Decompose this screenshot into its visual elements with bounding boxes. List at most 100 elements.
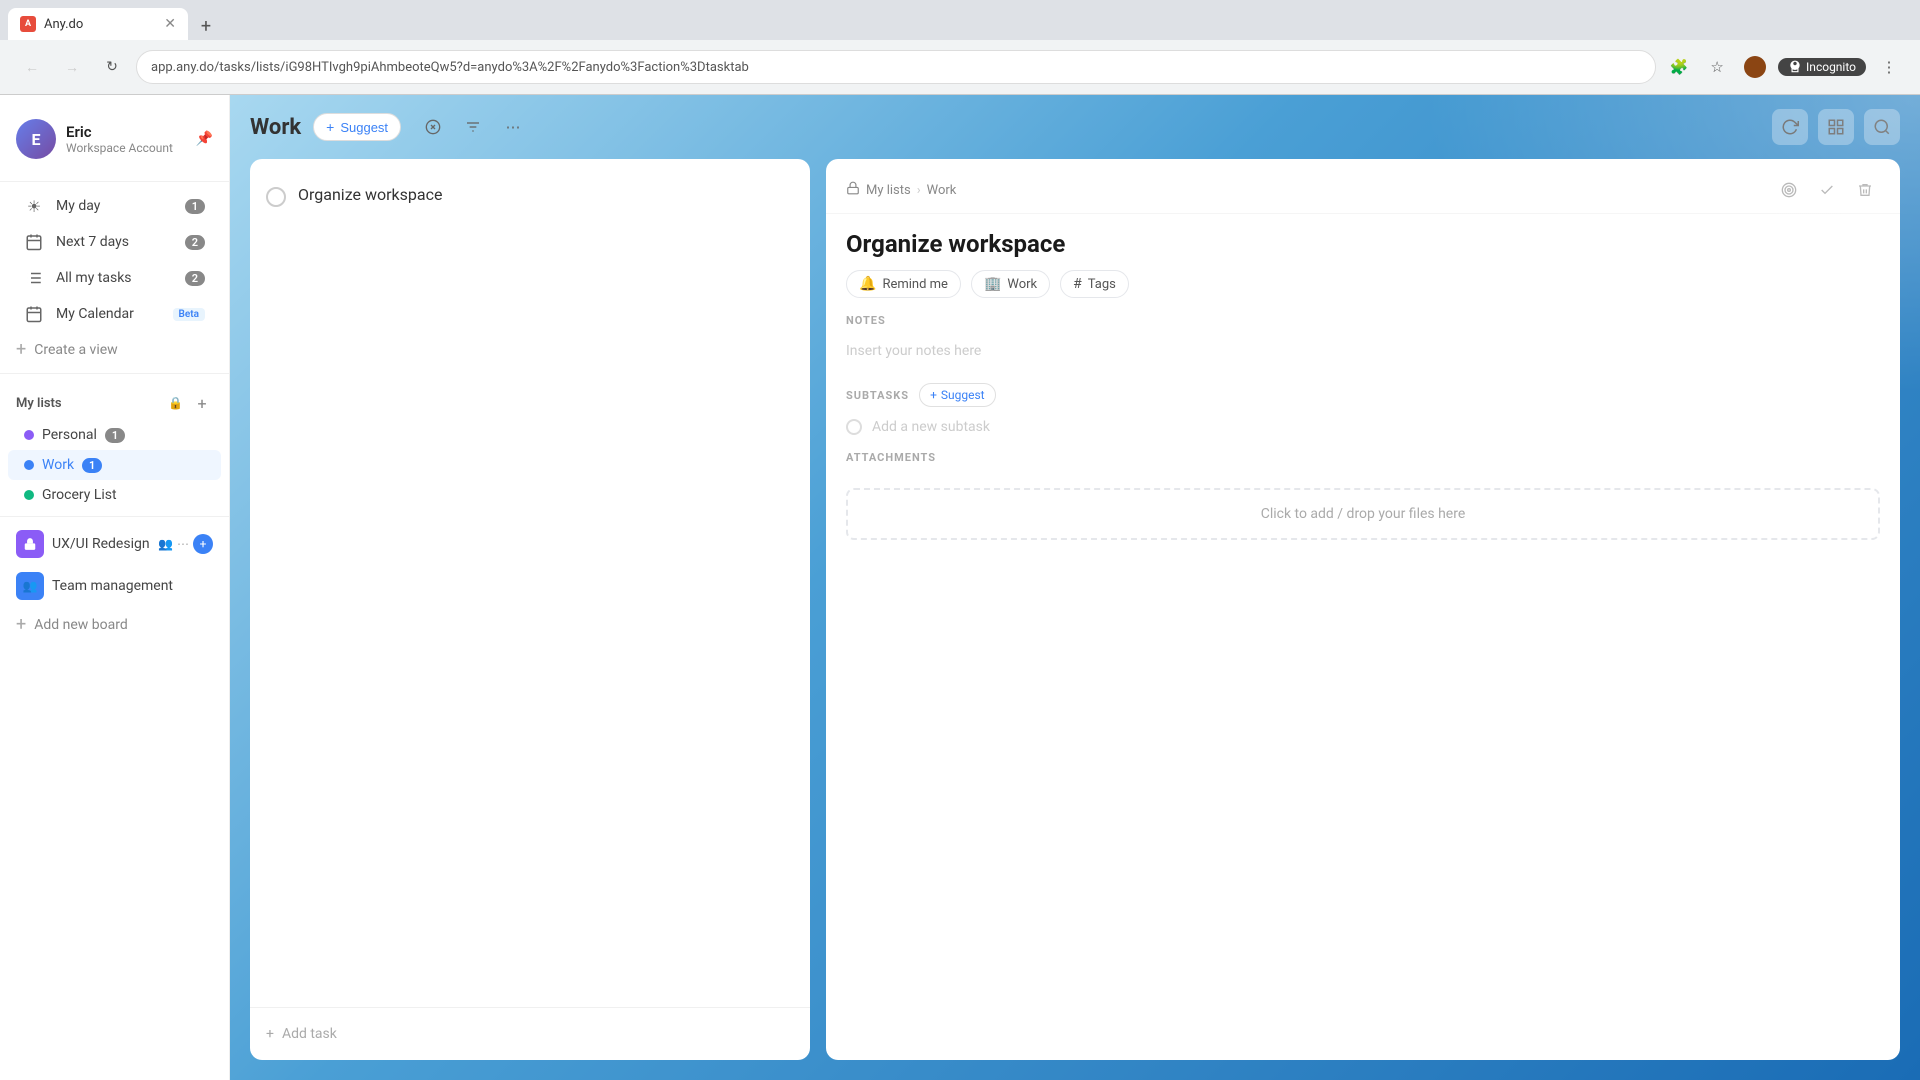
header-right-actions <box>1772 109 1900 145</box>
sidebar-item-team-management[interactable]: 👥 Team management <box>0 565 229 607</box>
my-day-icon: ☀ <box>24 196 44 216</box>
personal-badge: 1 <box>105 428 125 443</box>
building-icon: 🏢 <box>984 276 1001 292</box>
subtask-placeholder: Add a new subtask <box>872 419 990 435</box>
target-icon[interactable] <box>1774 175 1804 205</box>
next-7-days-icon <box>24 232 44 252</box>
sidebar-item-ux-ui[interactable]: UX/UI Redesign 👥 ⋯ + <box>0 523 229 565</box>
detail-header: My lists › Work <box>826 159 1900 214</box>
breadcrumb-lists[interactable]: My lists <box>866 183 911 198</box>
work-tag[interactable]: 🏢 Work <box>971 270 1050 298</box>
attachments-drop-zone[interactable]: Click to add / drop your files here <box>846 488 1880 540</box>
trash-icon[interactable] <box>1850 175 1880 205</box>
suggest-button[interactable]: + Suggest <box>313 113 401 141</box>
active-tab[interactable]: A Any.do ✕ <box>8 8 188 40</box>
subtask-suggest-button[interactable]: + Suggest <box>919 383 996 407</box>
back-button: ← <box>16 51 48 83</box>
new-tab-button[interactable]: + <box>192 12 220 40</box>
remind-me-tag[interactable]: 🔔 Remind me <box>846 270 961 298</box>
sort-button[interactable] <box>457 111 489 143</box>
user-subtitle: Workspace Account <box>66 141 186 155</box>
reload-button[interactable]: ↻ <box>96 51 128 83</box>
all-tasks-icon <box>24 268 44 288</box>
incognito-badge: Incognito <box>1778 58 1866 76</box>
sidebar-item-label: My day <box>56 198 173 214</box>
remind-me-label: Remind me <box>882 277 948 292</box>
people-icon: 👥 <box>158 537 173 551</box>
close-tab-icon[interactable]: ✕ <box>164 16 176 32</box>
add-subtask-row[interactable]: Add a new subtask <box>846 419 1880 435</box>
address-bar[interactable]: app.any.do/tasks/lists/iG98HTIvgh9piAhmb… <box>136 50 1656 84</box>
sidebar-item-calendar[interactable]: My Calendar Beta <box>8 296 221 332</box>
add-task-label: Add task <box>282 1026 337 1042</box>
sidebar-item-next-7-days[interactable]: Next 7 days 2 <box>8 224 221 260</box>
add-task-button[interactable]: + Add task <box>266 1020 794 1048</box>
next-7-badge: 2 <box>185 235 205 250</box>
layout-icon[interactable] <box>1818 109 1854 145</box>
main-header: Work + Suggest ⋯ <box>230 95 1920 159</box>
attachments-section: ATTACHMENTS <box>826 451 1900 488</box>
sidebar-item-label: All my tasks <box>56 270 173 286</box>
sidebar-item-label: Personal <box>42 427 97 443</box>
attachments-placeholder: Click to add / drop your files here <box>1261 506 1466 522</box>
task-area: Organize workspace + Add task <box>230 159 1920 1080</box>
pin-icon[interactable]: 📌 <box>196 131 213 147</box>
add-board-button[interactable]: + Add new board <box>0 607 229 642</box>
task-checkbox[interactable] <box>266 187 286 207</box>
refresh-icon[interactable] <box>1772 109 1808 145</box>
sidebar: E Eric Workspace Account 📌 ☀ My day 1 Ne… <box>0 95 230 1080</box>
more-icon[interactable]: ⋯ <box>177 537 189 551</box>
add-member-icon[interactable]: + <box>193 534 213 554</box>
team-mgmt-avatar: 👥 <box>16 572 44 600</box>
subtask-circle <box>846 419 862 435</box>
avatar: E <box>16 119 56 159</box>
attachments-section-label: ATTACHMENTS <box>846 451 1880 464</box>
notes-input[interactable]: Insert your notes here <box>846 335 1880 367</box>
sidebar-item-label: My Calendar <box>56 306 161 322</box>
sidebar-item-label: Work <box>42 457 74 473</box>
extensions-icon[interactable]: 🧩 <box>1664 52 1694 82</box>
task-title: Organize workspace <box>298 185 442 204</box>
profile-icon[interactable] <box>1740 52 1770 82</box>
my-day-badge: 1 <box>185 199 205 214</box>
calendar-beta-badge: Beta <box>173 308 205 321</box>
breadcrumb-current[interactable]: Work <box>927 183 957 198</box>
lists-lock-icon: 🔒 <box>168 396 183 410</box>
menu-icon[interactable]: ⋮ <box>1874 52 1904 82</box>
notes-section: NOTES Insert your notes here <box>826 314 1900 383</box>
check-icon[interactable] <box>1812 175 1842 205</box>
sidebar-item-label: Next 7 days <box>56 234 173 250</box>
bookmark-star-icon[interactable]: ☆ <box>1702 52 1732 82</box>
tags-tag[interactable]: # Tags <box>1060 270 1129 298</box>
incognito-label: Incognito <box>1806 60 1856 74</box>
tab-favicon: A <box>20 16 36 32</box>
sidebar-item-all-tasks[interactable]: All my tasks 2 <box>8 260 221 296</box>
ux-ui-avatar <box>16 530 44 558</box>
close-button[interactable] <box>417 111 449 143</box>
app-container: E Eric Workspace Account 📌 ☀ My day 1 Ne… <box>0 95 1920 1080</box>
sidebar-item-work[interactable]: Work 1 <box>8 450 221 480</box>
suggest-label: Suggest <box>340 120 388 135</box>
search-icon[interactable] <box>1864 109 1900 145</box>
detail-header-actions <box>1774 175 1880 205</box>
sidebar-item-my-day[interactable]: ☀ My day 1 <box>8 188 221 224</box>
breadcrumb: My lists › Work <box>846 181 1774 199</box>
sidebar-item-personal[interactable]: Personal 1 <box>8 420 221 450</box>
work-badge: 1 <box>82 458 102 473</box>
user-profile[interactable]: E Eric Workspace Account 📌 <box>0 111 229 175</box>
page-title: Work <box>250 115 301 140</box>
task-list-panel: Organize workspace + Add task <box>250 159 810 1060</box>
breadcrumb-lock-icon <box>846 181 860 199</box>
create-view-button[interactable]: + Create a view <box>0 332 229 367</box>
ux-ui-label: UX/UI Redesign <box>52 536 150 552</box>
work-dot <box>24 460 34 470</box>
tags-label: Tags <box>1088 277 1116 292</box>
url-text: app.any.do/tasks/lists/iG98HTIvgh9piAhmb… <box>151 60 749 75</box>
add-list-button[interactable]: + <box>191 392 213 414</box>
subtask-suggest-plus: + <box>930 388 937 402</box>
more-options-button[interactable]: ⋯ <box>497 111 529 143</box>
subtasks-section-label: SUBTASKS <box>846 389 909 402</box>
sidebar-divider-2 <box>0 373 229 374</box>
sidebar-item-grocery[interactable]: Grocery List <box>8 480 221 510</box>
grocery-dot <box>24 490 34 500</box>
